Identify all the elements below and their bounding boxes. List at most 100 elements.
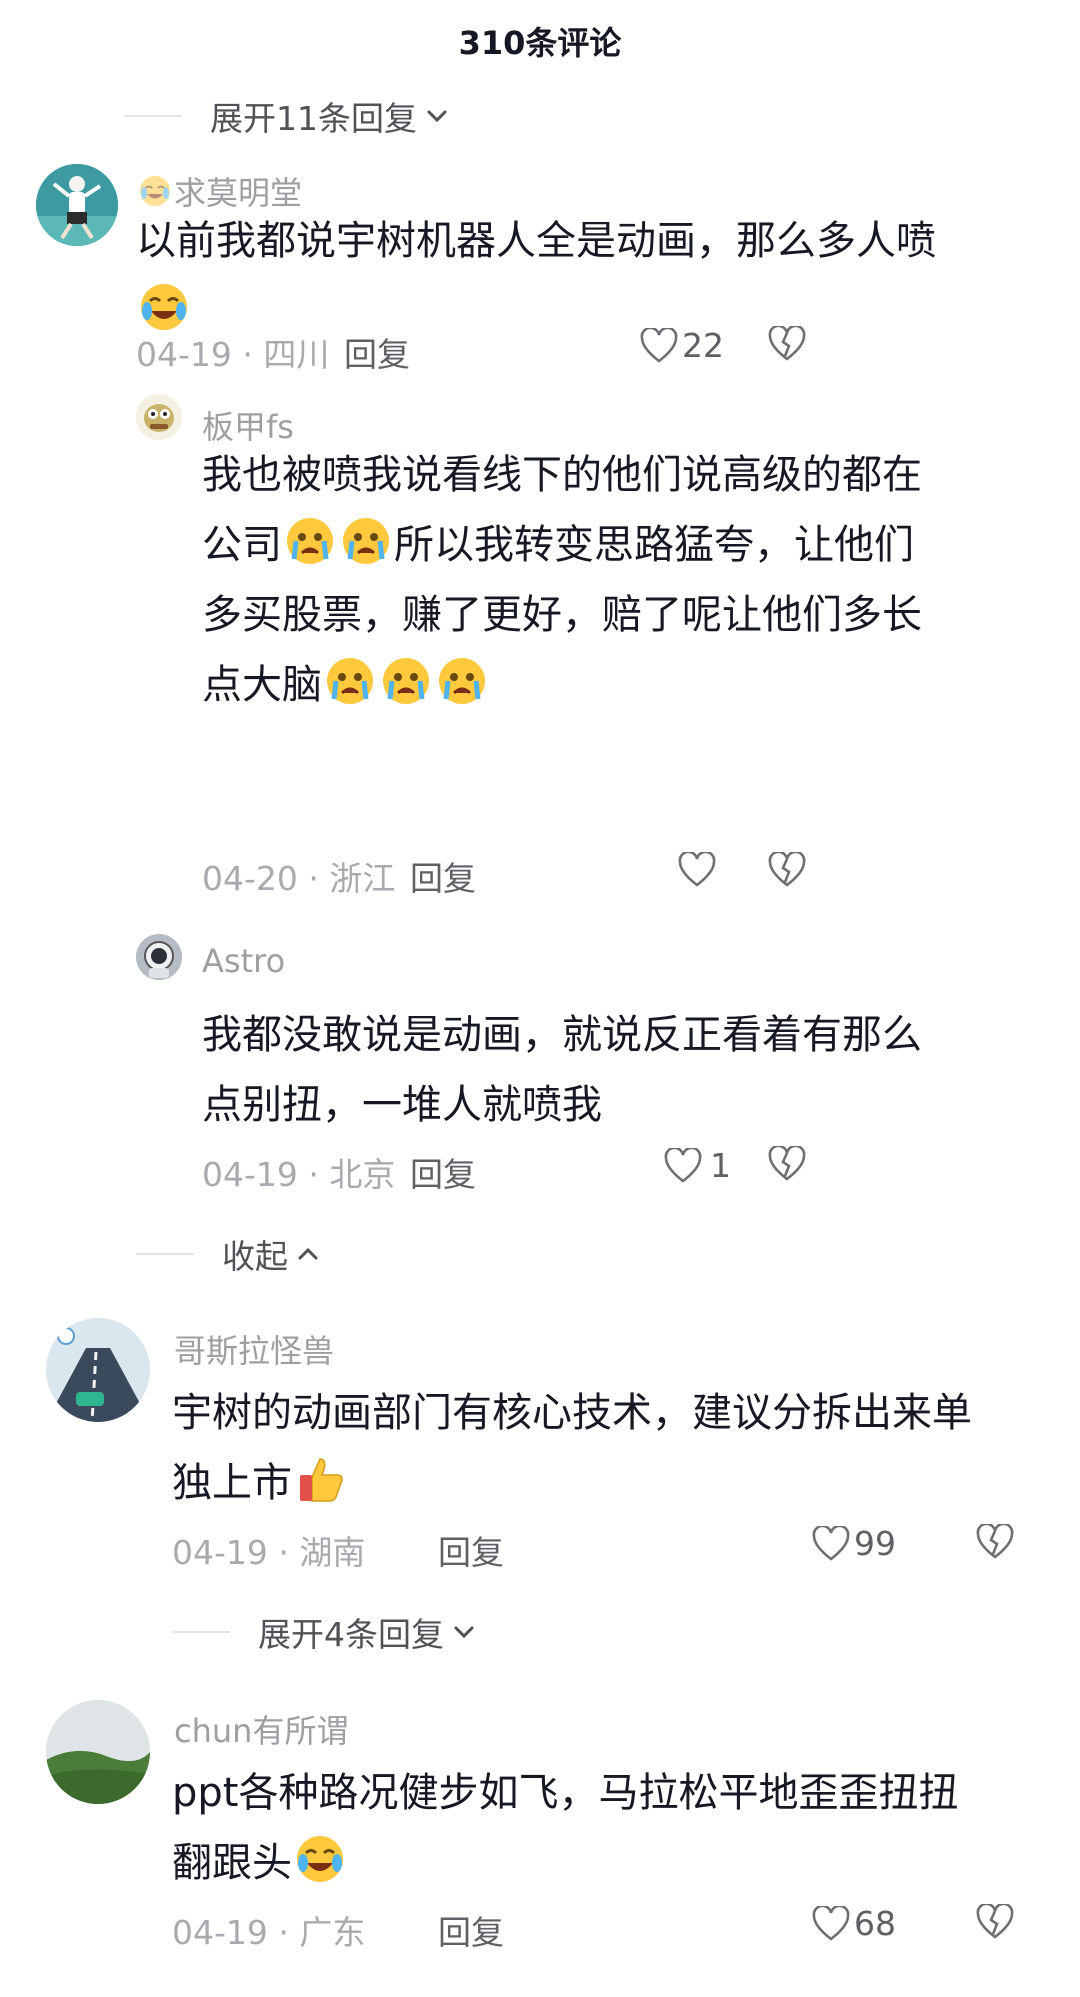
comment-text-segment: 独上市 bbox=[172, 1460, 292, 1506]
heart-icon bbox=[664, 1147, 702, 1184]
avatar[interactable] bbox=[136, 394, 182, 440]
broken-heart-icon bbox=[976, 1524, 1014, 1560]
comment-date: 04-20 bbox=[202, 859, 298, 898]
comment-text-segment: 所以我转变思路猛夸，让他们 bbox=[394, 522, 914, 568]
comment-content: ppt各种路况健步如飞，马拉松平地歪歪扭扭 翻跟头 bbox=[172, 1758, 1052, 1898]
reply-button[interactable]: 回复 bbox=[344, 328, 410, 376]
reply-button[interactable]: 回复 bbox=[438, 1526, 504, 1574]
comment-meta: 04-20 · 浙江 bbox=[202, 852, 395, 900]
crying-laughing-emoji-icon bbox=[138, 174, 172, 208]
crying-emoji-icon bbox=[436, 655, 488, 707]
broken-heart-icon bbox=[768, 1146, 806, 1182]
crying-laughing-emoji-icon bbox=[294, 1833, 346, 1885]
comment-meta: 04-19 · 四川 bbox=[136, 328, 329, 376]
chevron-down-icon bbox=[423, 102, 451, 130]
comment-location: 广东 bbox=[299, 1913, 366, 1952]
meta-separator: · bbox=[278, 1533, 289, 1572]
heart-icon bbox=[640, 327, 678, 364]
divider-line bbox=[136, 1253, 194, 1255]
avatar[interactable] bbox=[46, 1318, 150, 1422]
like-button[interactable] bbox=[678, 852, 716, 888]
comment-date: 04-19 bbox=[172, 1913, 268, 1952]
comment-text: 以前我都说宇树机器人全是动画，那么多人喷 bbox=[136, 218, 936, 264]
crying-emoji-icon bbox=[340, 515, 392, 567]
broken-heart-icon bbox=[768, 326, 806, 362]
comment-username[interactable]: chun有所谓 bbox=[174, 1706, 348, 1752]
comment-content: 我也被喷我说看线下的他们说高级的都在 公司 所以我转变思路猛夸，让他们 多买股票，… bbox=[202, 440, 1042, 720]
expand-replies-button[interactable]: 展开4条回复 bbox=[172, 1608, 478, 1656]
comment-text-line: 公司 所以我转变思路猛夸，让他们 bbox=[202, 510, 1042, 580]
expand-replies-label: 展开4条回复 bbox=[258, 1615, 444, 1654]
dislike-button[interactable] bbox=[768, 326, 806, 362]
avatar[interactable] bbox=[136, 934, 182, 980]
comment-username[interactable]: Astro bbox=[202, 942, 285, 980]
comment-text-line: 我都没敢说是动画，就说反正看着有那么 bbox=[202, 1012, 922, 1058]
chevron-down-icon bbox=[450, 1618, 478, 1646]
cartoon-avatar-icon bbox=[136, 394, 182, 440]
astronaut-avatar-icon bbox=[136, 934, 182, 980]
broken-heart-icon bbox=[976, 1904, 1014, 1940]
meta-separator: · bbox=[278, 1913, 289, 1952]
comment-location: 浙江 bbox=[329, 859, 396, 898]
collapse-label: 收起 bbox=[222, 1237, 288, 1276]
crying-emoji-icon bbox=[380, 655, 432, 707]
comment-location: 湖南 bbox=[299, 1533, 366, 1572]
comment-text-line: 宇树的动画部门有核心技术，建议分拆出来单 bbox=[172, 1390, 972, 1436]
road-avatar-icon bbox=[46, 1318, 150, 1422]
comment-text-segment: 翻跟头 bbox=[172, 1840, 292, 1886]
dislike-button[interactable] bbox=[976, 1904, 1014, 1940]
avatar[interactable] bbox=[46, 1700, 150, 1804]
heart-icon bbox=[812, 1525, 850, 1562]
like-button[interactable]: 1 bbox=[664, 1146, 731, 1185]
like-button[interactable]: 99 bbox=[812, 1524, 896, 1563]
comment-date: 04-19 bbox=[202, 1155, 298, 1194]
comment-text-line: 点大脑 bbox=[202, 650, 1042, 720]
meta-separator: · bbox=[242, 335, 253, 374]
dislike-button[interactable] bbox=[768, 852, 806, 888]
like-button[interactable]: 22 bbox=[640, 326, 724, 365]
reply-button[interactable]: 回复 bbox=[410, 1148, 476, 1196]
like-count: 99 bbox=[854, 1524, 896, 1563]
comment-content: 我都没敢说是动画，就说反正看着有那么 点别扭，一堆人就喷我 bbox=[202, 1000, 1042, 1140]
comment-text-line: 点别扭，一堆人就喷我 bbox=[202, 1082, 602, 1128]
divider-line bbox=[172, 1631, 230, 1633]
heart-icon bbox=[678, 852, 716, 888]
heart-icon bbox=[812, 1905, 850, 1942]
comment-content: 以前我都说宇树机器人全是动画，那么多人喷 bbox=[136, 206, 1036, 346]
comment-content: 宇树的动画部门有核心技术，建议分拆出来单 独上市 bbox=[172, 1378, 1052, 1518]
like-button[interactable]: 68 bbox=[812, 1904, 896, 1943]
comment-date: 04-19 bbox=[172, 1533, 268, 1572]
dislike-button[interactable] bbox=[976, 1524, 1014, 1560]
comment-meta: 04-19 · 北京 bbox=[202, 1148, 395, 1196]
comment-text-line: 我也被喷我说看线下的他们说高级的都在 bbox=[202, 452, 922, 498]
expand-replies-label: 展开11条回复 bbox=[210, 99, 417, 138]
reply-button[interactable]: 回复 bbox=[438, 1906, 504, 1954]
chevron-up-icon bbox=[294, 1240, 322, 1268]
divider-line bbox=[124, 115, 182, 117]
avatar[interactable] bbox=[36, 164, 118, 246]
comment-username[interactable]: 哥斯拉怪兽 bbox=[174, 1326, 334, 1372]
expand-replies-button[interactable]: 展开11条回复 bbox=[124, 92, 451, 140]
page-title: 310条评论 bbox=[458, 24, 622, 62]
person-jumping-avatar-icon bbox=[36, 164, 118, 246]
comment-text-line: 多买股票，赚了更好，赔了呢让他们多长 bbox=[202, 592, 922, 638]
like-count: 1 bbox=[710, 1146, 731, 1185]
comment-text-segment: 公司 bbox=[202, 522, 282, 568]
comment-location: 四川 bbox=[263, 335, 330, 374]
comment-date: 04-19 bbox=[136, 335, 232, 374]
dislike-button[interactable] bbox=[768, 1146, 806, 1182]
like-count: 22 bbox=[682, 326, 724, 365]
reply-button[interactable]: 回复 bbox=[410, 852, 476, 900]
comment-text-line: 独上市 bbox=[172, 1448, 1052, 1518]
collapse-replies-button[interactable]: 收起 bbox=[136, 1230, 322, 1278]
crying-emoji-icon bbox=[284, 515, 336, 567]
comment-text-line: 翻跟头 bbox=[172, 1828, 1052, 1898]
crying-emoji-icon bbox=[324, 655, 376, 707]
comment-text-segment: 点大脑 bbox=[202, 662, 322, 708]
comment-meta: 04-19 · 湖南 bbox=[172, 1526, 365, 1574]
comment-text-line: ppt各种路况健步如飞，马拉松平地歪歪扭扭 bbox=[172, 1770, 959, 1816]
meta-separator: · bbox=[308, 1155, 319, 1194]
meta-separator: · bbox=[308, 859, 319, 898]
crying-laughing-emoji-icon bbox=[138, 281, 190, 333]
comment-location: 北京 bbox=[329, 1155, 396, 1194]
